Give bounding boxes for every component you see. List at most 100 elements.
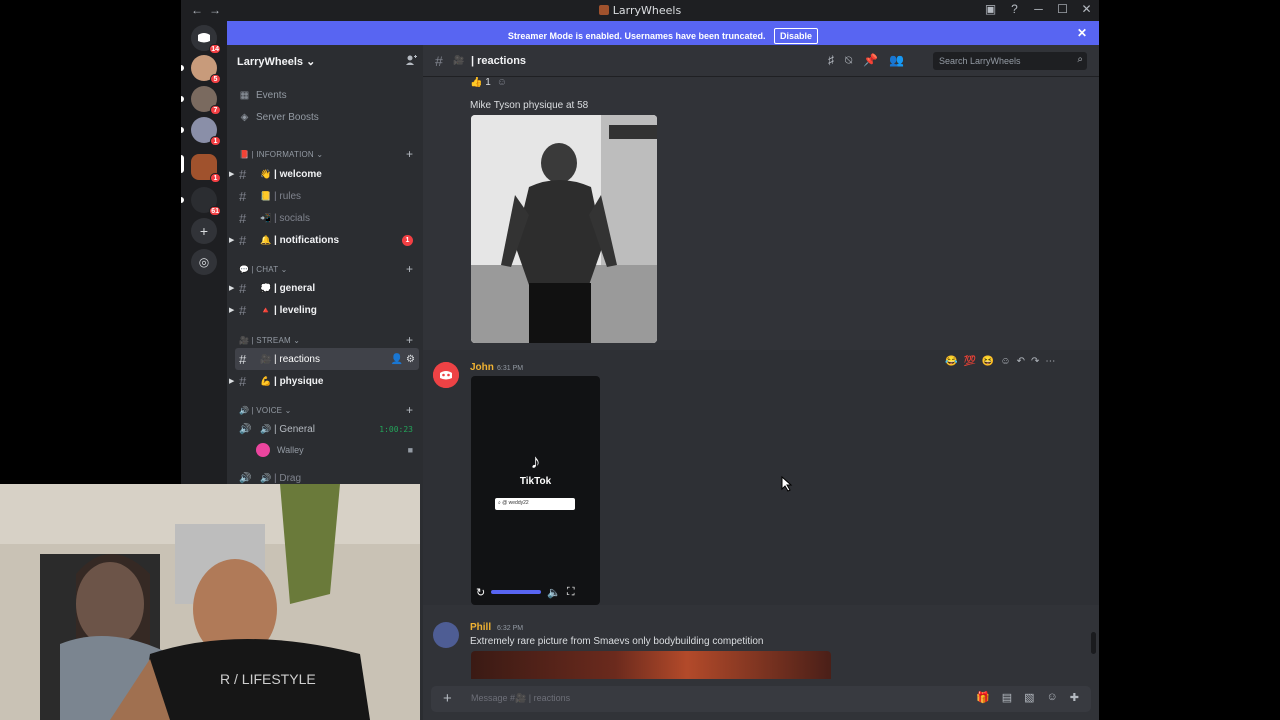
channel-general[interactable]: ▶ # 💭 | general — [227, 277, 423, 299]
message-text: Mike Tyson physique at 58 — [470, 100, 589, 111]
create-channel-icon[interactable]: + — [406, 403, 413, 417]
avatar — [256, 443, 270, 457]
tiktok-name: TikTok — [519, 476, 552, 487]
attachment-image[interactable] — [471, 115, 657, 343]
video-progress-bar[interactable] — [491, 590, 542, 594]
upload-plus-icon[interactable]: + — [443, 690, 452, 707]
add-reaction-icon[interactable]: ☺ — [1000, 356, 1010, 367]
close-window-button[interactable]: ✕ — [1080, 2, 1093, 16]
close-banner-icon[interactable]: ✕ — [1077, 26, 1087, 40]
server-icon-larrywheels[interactable]: 1 — [191, 154, 221, 183]
home-button[interactable]: 14 — [191, 25, 221, 54]
message-input[interactable]: + Message #🎥 | reactions 🎁 ▤ ▧ ☺ ✚ — [431, 686, 1091, 712]
add-reaction-icon[interactable]: ☺ — [497, 77, 507, 88]
hash-icon: # — [239, 166, 247, 182]
pin-icon[interactable]: 📌 — [863, 53, 878, 68]
more-icon[interactable]: ⋯ — [1045, 356, 1055, 367]
channel-reactions[interactable]: # 🎥 | reactions 👤 ⚙ — [235, 348, 419, 370]
category-chat[interactable]: 💬 | CHAT ⌄ — [239, 265, 287, 274]
emoji-icon[interactable]: ☺ — [1047, 691, 1058, 704]
hash-icon: # — [239, 280, 247, 296]
server-icon[interactable]: 5 — [191, 55, 221, 84]
video-attachment[interactable]: ♪ TikTok ⌕ @ weddy22 ↻ 🔈 ⛶ — [471, 376, 600, 605]
explore-icon[interactable]: ◎ — [191, 249, 217, 275]
tyson-photo — [471, 115, 657, 343]
search-input[interactable]: Search LarryWheels ⌕ — [933, 52, 1087, 70]
reaction-pill[interactable]: 👍 1 ☺ — [470, 77, 507, 88]
invite-icon[interactable]: 👤 — [391, 354, 403, 365]
inbox-icon[interactable]: ▣ — [984, 2, 997, 16]
category-information[interactable]: 📕 | INFORMATION ⌄ — [239, 150, 323, 159]
message-actions: 😂 💯 😆 ☺ ↶ ↷ ⋯ — [945, 353, 1085, 369]
gear-icon[interactable]: ⚙ — [406, 354, 415, 365]
message-text: Extremely rare picture from Smaevs only … — [470, 636, 764, 647]
category-voice[interactable]: 🔊 | VOICE ⌄ — [239, 406, 292, 415]
voice-user[interactable]: Walley ■ — [227, 439, 423, 461]
reaction-hundred-icon[interactable]: 💯 — [963, 356, 975, 367]
avatar[interactable] — [433, 362, 459, 388]
add-server-icon[interactable]: + — [191, 218, 217, 244]
channel-rules[interactable]: # 📒 | rules — [227, 185, 423, 207]
reaction-grin-icon[interactable]: 😆 — [982, 356, 994, 367]
invite-icon[interactable] — [405, 54, 417, 66]
fullscreen-icon[interactable]: ⛶ — [567, 586, 575, 599]
minimize-button[interactable]: ─ — [1032, 2, 1045, 16]
maximize-button[interactable]: ☐ — [1056, 2, 1069, 16]
member-list-icon[interactable]: 👥 — [889, 53, 904, 68]
server-pill — [181, 197, 184, 203]
voice-channel-general[interactable]: 🔊 🔊 | General 1:00:23 — [227, 418, 423, 440]
unread-badge: 5 — [210, 74, 221, 84]
disable-streamer-mode-button[interactable]: Disable — [774, 28, 819, 44]
create-channel-icon[interactable]: + — [406, 333, 413, 347]
server-icon[interactable]: 61 — [191, 187, 221, 216]
mention-badge: 1 — [402, 234, 413, 246]
speaker-icon: 🔊 — [239, 472, 252, 484]
avatar[interactable] — [433, 622, 459, 648]
replay-icon[interactable]: ↻ — [476, 586, 485, 599]
channel-title: | reactions — [471, 55, 527, 67]
forward-icon[interactable]: ↷ — [1031, 356, 1039, 367]
username-phill[interactable]: Phill — [470, 622, 491, 633]
create-channel-icon[interactable]: + — [406, 262, 413, 276]
channel-emoji: 🎥 — [453, 55, 465, 65]
channel-leveling[interactable]: ▶ # 🔺 | leveling — [227, 299, 423, 321]
help-icon[interactable]: ? — [1008, 2, 1021, 16]
speaker-emoji-icon: 🔊 — [260, 423, 272, 434]
server-name[interactable]: LarryWheels ⌄ — [237, 55, 315, 68]
tiktok-logo-icon: ♪ — [530, 451, 541, 473]
server-pill — [181, 127, 184, 133]
gif-icon[interactable]: ▤ — [1002, 691, 1012, 704]
threads-icon[interactable]: ♯ — [828, 53, 834, 68]
channel-physique[interactable]: ▶ # 💪 | physique — [227, 370, 423, 392]
channel-notifications[interactable]: ▶ # 🔔 | notifications 1 — [227, 229, 423, 251]
channel-welcome[interactable]: ▶ # 👋 | welcome — [227, 163, 423, 185]
caret-icon: ▶ — [229, 171, 235, 178]
search-icon: ⌕ — [498, 500, 501, 506]
category-stream[interactable]: 🎥 | STREAM ⌄ — [239, 336, 300, 345]
volume-icon[interactable]: 🔈 — [547, 586, 561, 599]
sticker-icon[interactable]: ▧ — [1024, 691, 1034, 704]
reply-icon[interactable]: ↶ — [1017, 356, 1025, 367]
thumbs-up-icon: 👍 — [470, 77, 483, 88]
reaction-laugh-icon[interactable]: 😂 — [945, 356, 957, 367]
server-icon[interactable]: 1 — [191, 117, 221, 146]
gift-icon[interactable]: 🎁 — [976, 691, 990, 704]
server-icon[interactable]: 7 — [191, 86, 221, 115]
notification-bell-muted-icon[interactable]: ⍉ — [845, 53, 852, 68]
create-channel-icon[interactable]: + — [406, 147, 413, 161]
sidebar-item-events[interactable]: ▦ Events — [239, 90, 287, 101]
composer-tools: 🎁 ▤ ▧ ☺ ✚ — [976, 691, 1079, 704]
caret-icon: ▶ — [229, 378, 235, 385]
speaker-icon: 🔊 — [239, 423, 252, 435]
username-john[interactable]: John — [470, 362, 494, 373]
channel-socials[interactable]: # 📲 | socials — [227, 207, 423, 229]
scrollbar[interactable] — [1091, 632, 1096, 654]
app-logo-icon — [598, 5, 609, 15]
sidebar-item-server-boosts[interactable]: ◈ Server Boosts — [239, 112, 319, 123]
attachment-image[interactable] — [471, 651, 831, 679]
server-header[interactable]: LarryWheels ⌄ — [227, 45, 423, 77]
webcam-overlay: R / LIFESTYLE — [0, 484, 420, 720]
channel-settings-icons[interactable]: 👤 ⚙ — [391, 354, 415, 365]
server-pill — [181, 65, 184, 71]
apps-icon[interactable]: ✚ — [1070, 691, 1079, 704]
